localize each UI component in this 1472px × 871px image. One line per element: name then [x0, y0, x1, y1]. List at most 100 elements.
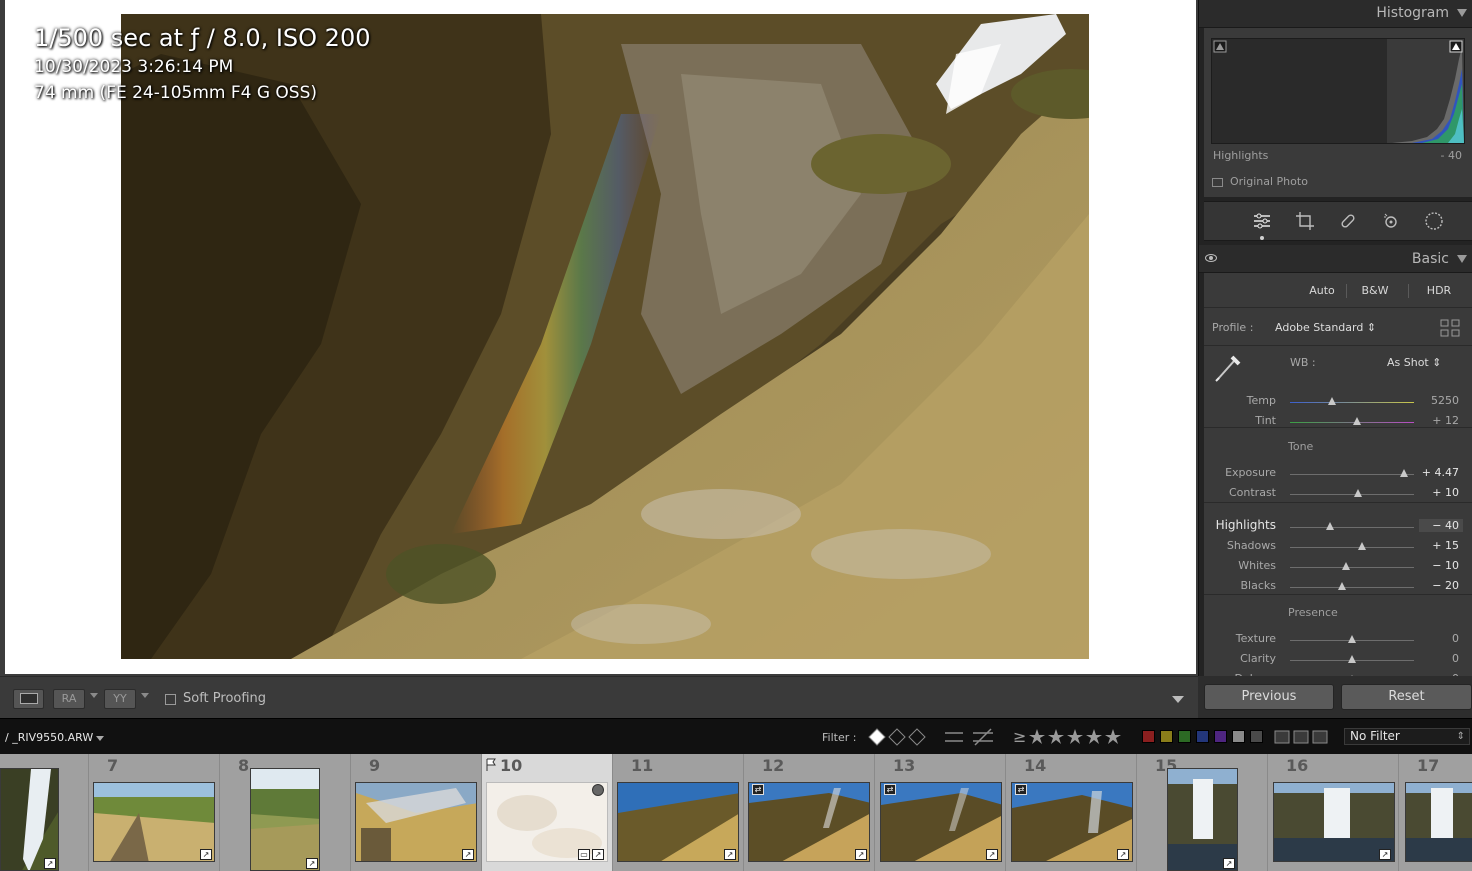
thumbnail[interactable] [1405, 782, 1472, 862]
slider-thumb[interactable] [1341, 562, 1350, 570]
slider-track[interactable] [1290, 527, 1414, 528]
slider-value[interactable]: − 40 [1419, 519, 1463, 532]
histogram-graph[interactable] [1211, 38, 1465, 144]
filmstrip-filename[interactable]: / _RIV9550.ARW [5, 731, 93, 744]
reset-button[interactable]: Reset [1341, 684, 1472, 710]
color-label-yellow[interactable] [1160, 730, 1173, 743]
slider-value[interactable]: 0 [1419, 652, 1459, 665]
slider-value[interactable]: − 10 [1419, 559, 1459, 572]
filename-chevron-down-icon[interactable] [96, 736, 104, 741]
thumbnail[interactable] [355, 782, 477, 862]
previous-reset-bar: Previous Reset [1198, 676, 1472, 718]
slider-thumb[interactable] [1400, 469, 1409, 477]
slider-value[interactable]: + 4.47 [1419, 466, 1459, 479]
slider-track[interactable] [1290, 587, 1414, 588]
histogram-collapse-icon[interactable] [1457, 9, 1467, 17]
thumbnail[interactable] [0, 768, 59, 871]
previous-button[interactable]: Previous [1204, 684, 1334, 710]
slider-thumb[interactable] [1325, 522, 1334, 530]
slider-track[interactable] [1290, 494, 1414, 495]
slider-thumb[interactable] [1328, 397, 1337, 405]
split-chevron-down-icon[interactable] [141, 693, 149, 698]
filmstrip-cell[interactable]: 15 ↗ [1137, 754, 1268, 871]
thumbnail[interactable] [93, 782, 215, 862]
color-label-blue[interactable] [1196, 730, 1209, 743]
thumbnail[interactable] [1273, 782, 1395, 862]
slider-thumb[interactable] [1357, 542, 1366, 550]
toolbar-content-chevron-down-icon[interactable] [1172, 696, 1184, 703]
slider-thumb[interactable] [1352, 417, 1361, 425]
star-rating-filter[interactable] [1029, 728, 1124, 746]
thumbnail[interactable] [880, 782, 1002, 862]
color-label-none[interactable] [1250, 730, 1263, 743]
slider-thumb[interactable] [1338, 582, 1347, 590]
filmstrip-cell[interactable]: 14 ⇄ ↗ [1006, 754, 1137, 871]
masking-icon[interactable] [1424, 211, 1444, 231]
histogram-header[interactable]: Histogram [1199, 0, 1472, 28]
slider-track[interactable] [1290, 547, 1414, 548]
filmstrip-cell[interactable]: 8 ↗ [220, 754, 351, 871]
eye-icon[interactable] [1205, 254, 1217, 262]
slider-thumb[interactable] [1354, 489, 1363, 497]
slider-thumb[interactable] [1348, 655, 1356, 663]
color-label-green[interactable] [1178, 730, 1191, 743]
filter-preset-dropdown[interactable]: No Filter ⇕ [1344, 728, 1470, 745]
slider-track[interactable] [1290, 567, 1414, 568]
filmstrip-cell[interactable]: ↗ [0, 754, 89, 871]
thumbnail[interactable] [1011, 782, 1133, 862]
slider-value[interactable]: + 12 [1419, 414, 1459, 427]
filmstrip-cell[interactable]: 16 ↗ [1268, 754, 1399, 871]
basic-panel-header[interactable]: Basic [1199, 245, 1472, 273]
auto-button[interactable]: Auto [1303, 281, 1341, 301]
edit-sliders-icon[interactable] [1252, 211, 1272, 231]
flag-filter-icons[interactable] [868, 727, 926, 747]
image-canvas[interactable]: 1/500 sec at ƒ / 8.0, ISO 200 10/30/2023… [5, 0, 1196, 674]
crop-icon[interactable] [1295, 211, 1315, 231]
filmstrip-cell[interactable]: 11 ↗ [613, 754, 744, 871]
basic-panel-body: Auto B&W HDR Profile : Adobe Standard ⇕ … [1204, 273, 1472, 676]
original-photo-checkbox[interactable] [1212, 178, 1223, 187]
main-photo[interactable] [121, 14, 1089, 659]
color-label-red[interactable] [1142, 730, 1155, 743]
filmstrip-cell[interactable]: 12 ⇄ ↗ [744, 754, 875, 871]
filmstrip-cell[interactable]: 17 [1399, 754, 1472, 871]
red-eye-icon[interactable] [1381, 211, 1401, 231]
before-after-split-button[interactable]: YY [104, 689, 136, 709]
slider-value[interactable]: + 15 [1419, 539, 1459, 552]
filmstrip-cell-selected[interactable]: 10 ▭ ↗ [482, 754, 613, 871]
color-label-purple[interactable] [1214, 730, 1227, 743]
wb-dropdown[interactable]: As Shot ⇕ [1387, 356, 1441, 369]
thumbnail[interactable] [250, 768, 320, 871]
thumbnail[interactable] [617, 782, 739, 862]
slider-value[interactable]: − 20 [1419, 579, 1459, 592]
slider-value[interactable]: 0 [1419, 632, 1459, 645]
thumbnail[interactable] [1167, 768, 1238, 871]
slider-thumb[interactable] [1348, 635, 1356, 643]
loupe-view-button[interactable] [13, 689, 44, 709]
slider-track[interactable] [1290, 402, 1414, 403]
slider-value[interactable]: + 10 [1419, 486, 1459, 499]
bw-button[interactable]: B&W [1355, 281, 1395, 301]
profile-browser-grid-icon[interactable] [1440, 319, 1460, 337]
hdr-button[interactable]: HDR [1417, 281, 1461, 301]
filmstrip-cell[interactable]: 9 ↗ [351, 754, 482, 871]
frame-number: 14 [1024, 756, 1047, 775]
before-after-chevron-down-icon[interactable] [90, 693, 98, 698]
kind-filter-icons[interactable] [1273, 728, 1329, 746]
color-label-custom[interactable] [1232, 730, 1245, 743]
wb-eyedropper-icon[interactable] [1212, 351, 1244, 385]
before-after-button[interactable]: RA [53, 689, 85, 709]
develop-settings-icon: ↗ [306, 858, 318, 869]
healing-icon[interactable] [1338, 211, 1358, 231]
soft-proofing-checkbox[interactable] [165, 694, 176, 705]
rating-operator-icon[interactable]: ≥ [1013, 727, 1026, 746]
filmstrip-cell[interactable]: 7 ↗ [89, 754, 220, 871]
thumbnail[interactable] [748, 782, 870, 862]
slider-value[interactable]: 5250 [1419, 394, 1459, 407]
slider-row-exposure: Exposure + 4.47 [1204, 466, 1472, 482]
edit-filter-icons[interactable] [943, 727, 995, 747]
filmstrip-cell[interactable]: 13 ⇄ ↗ [875, 754, 1006, 871]
basic-collapse-icon[interactable] [1457, 255, 1467, 263]
slider-track[interactable] [1290, 474, 1414, 475]
profile-dropdown[interactable]: Adobe Standard ⇕ [1275, 321, 1376, 334]
